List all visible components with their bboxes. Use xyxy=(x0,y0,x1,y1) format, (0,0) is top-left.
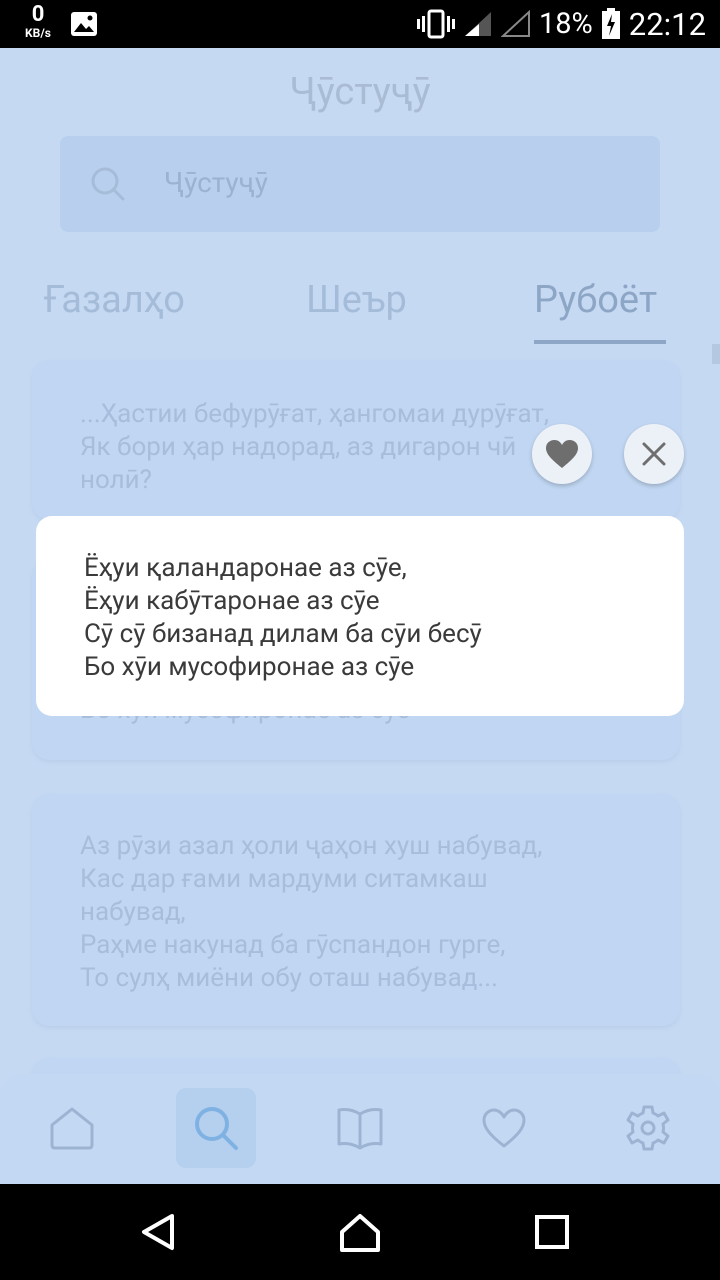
network-speed-value: 0 xyxy=(31,2,45,27)
poem-line: Ёҳуи кабӯтаронае аз сӯе xyxy=(84,586,380,616)
signal-empty-icon xyxy=(500,10,530,37)
tab-bar: Ғазалҳо Шеър Рубоёт xyxy=(0,270,720,346)
card-line: Кас дар ғами мардуми ситамкаш xyxy=(80,864,488,894)
image-notification-icon xyxy=(71,12,97,36)
scrollbar[interactable] xyxy=(712,344,720,364)
search-icon xyxy=(195,1107,238,1150)
system-navigation-bar xyxy=(0,1184,720,1280)
poem-line: Сӯ сӯ бизанад дилам ба сӯи бесӯ xyxy=(84,619,482,649)
nav-favorites[interactable] xyxy=(464,1088,544,1168)
status-bar: 0 KB/s 18% 22:12 xyxy=(0,0,720,48)
home-icon[interactable] xyxy=(338,1210,382,1254)
nav-home[interactable] xyxy=(32,1088,112,1168)
card-line: набувад, xyxy=(80,897,186,927)
search-icon xyxy=(91,167,125,201)
close-button[interactable] xyxy=(624,424,684,484)
close-icon xyxy=(642,442,666,466)
tab-poems[interactable]: Шеър xyxy=(306,278,407,322)
recents-icon[interactable] xyxy=(530,1210,574,1254)
heart-icon xyxy=(482,1108,526,1148)
poem-line: Бо хӯи мусофиронае аз сӯе xyxy=(84,652,415,682)
poem-text: Ёҳуи қаландаронае аз сӯе, Ёҳуи кабӯтарон… xyxy=(84,552,482,684)
vibrate-icon xyxy=(416,9,455,39)
signal-icon xyxy=(464,12,491,36)
battery-percent: 18% xyxy=(538,7,593,41)
nav-library[interactable] xyxy=(320,1088,400,1168)
clock: 22:12 xyxy=(628,5,706,43)
card-line: Як бори ҳар надорад, аз дигарон чӣ xyxy=(80,432,517,462)
home-icon xyxy=(50,1107,94,1150)
heart-icon xyxy=(546,440,578,468)
card-text: ...Ҳастии бефурӯғат, ҳангомаи дурӯғат, Я… xyxy=(80,398,549,497)
gear-icon xyxy=(626,1105,670,1151)
poem-dialog: Ёҳуи қаландаронае аз сӯе, Ёҳуи кабӯтарон… xyxy=(36,516,684,716)
back-icon[interactable] xyxy=(138,1210,182,1254)
search-input[interactable]: Ҷӯстуҷӯ xyxy=(60,136,660,232)
card-line: Аз рӯзи азал ҳоли ҷаҳон хуш набувад, xyxy=(80,831,543,861)
page-title: Ҷӯстуҷӯ xyxy=(289,70,431,114)
card-line: нолӣ? xyxy=(80,465,152,495)
tab-rubaiyat[interactable]: Рубоёт xyxy=(534,278,657,322)
battery-icon xyxy=(601,8,620,39)
card-line: ...Ҳастии бефурӯғат, ҳангомаи дурӯғат, xyxy=(80,399,550,429)
tab-ghazals[interactable]: Ғазалҳо xyxy=(44,278,185,322)
book-icon xyxy=(337,1108,383,1150)
card-line: То сулҳ миёни обу оташ набувад... xyxy=(80,963,498,993)
nav-search[interactable] xyxy=(176,1088,256,1168)
bottom-navigation xyxy=(0,1074,720,1184)
network-speed-unit: KB/s xyxy=(25,26,51,40)
favorite-button[interactable] xyxy=(532,424,592,484)
nav-settings[interactable] xyxy=(608,1088,688,1168)
card-line: Раҳме накунад ба гӯспандон гурге, xyxy=(80,930,506,960)
card-text: Аз рӯзи азал ҳоли ҷаҳон хуш набувад, Кас… xyxy=(80,830,542,995)
network-speed: 0 KB/s xyxy=(18,2,58,40)
tab-indicator xyxy=(534,340,666,344)
search-placeholder: Ҷӯстуҷӯ xyxy=(164,166,268,199)
list-item[interactable]: Аз рӯзи азал ҳоли ҷаҳон хуш набувад, Кас… xyxy=(32,794,680,1026)
poem-line: Ёҳуи қаландаронае аз сӯе, xyxy=(84,553,407,583)
